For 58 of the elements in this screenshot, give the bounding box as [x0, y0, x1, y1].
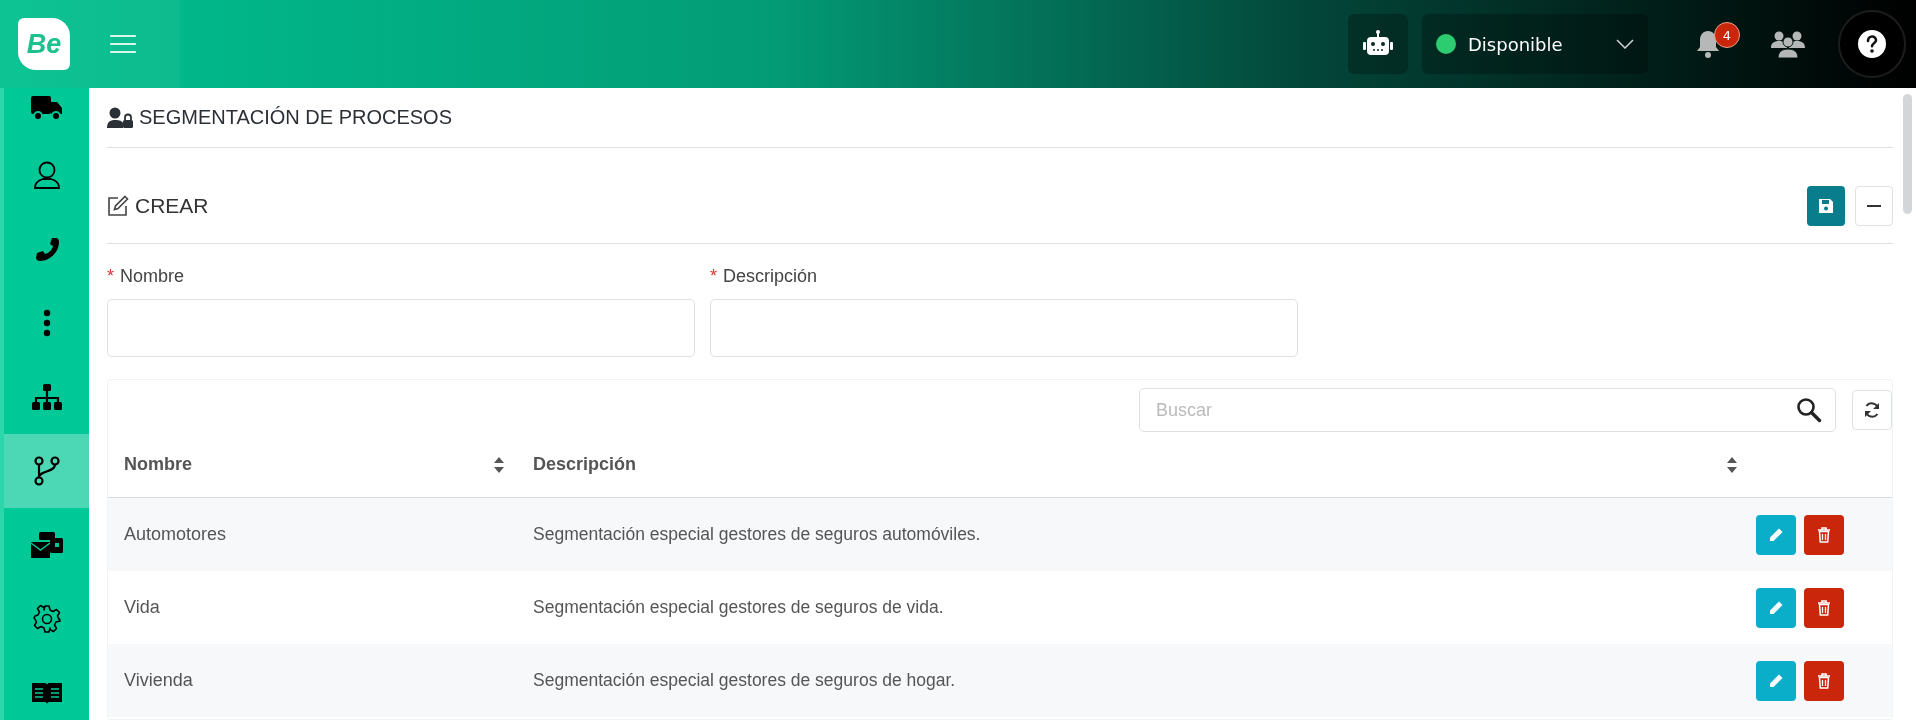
trash-icon — [1817, 672, 1831, 689]
save-icon — [1818, 197, 1834, 214]
bot-button[interactable] — [1348, 14, 1408, 74]
trash-icon — [1817, 599, 1831, 616]
edit-button[interactable] — [1756, 514, 1796, 555]
delete-button[interactable] — [1804, 587, 1844, 628]
user-lock-icon — [107, 106, 133, 129]
edit-icon — [107, 194, 129, 217]
mail-icon — [29, 531, 64, 559]
pencil-icon — [1768, 672, 1784, 689]
table-cell: Automotores — [124, 524, 227, 545]
table-cell: Segmentación especial gestores de seguros de hogar. — [533, 670, 956, 691]
pencil-icon — [1768, 526, 1784, 543]
pencil-icon — [1768, 599, 1784, 616]
branch-icon — [33, 456, 60, 486]
search-icon — [1796, 397, 1822, 423]
notifications-button[interactable]: 4 — [1668, 14, 1748, 74]
table-cell: Vida — [124, 597, 160, 618]
text-input[interactable] — [107, 299, 695, 357]
scrollbar-thumb[interactable] — [1903, 94, 1912, 214]
refresh-icon — [1863, 401, 1881, 419]
status-dropdown[interactable]: Disponible — [1422, 14, 1648, 74]
settings-icon — [31, 604, 62, 634]
trash-icon — [1817, 526, 1831, 543]
required-mark: * — [107, 266, 114, 287]
sort-icon[interactable] — [493, 455, 505, 474]
chevron-down-icon — [1616, 39, 1634, 49]
table-cell: Segmentación especial gestores de seguros automóviles. — [533, 524, 981, 545]
delete-button[interactable] — [1804, 660, 1844, 701]
book-icon — [30, 681, 63, 705]
page-title: SEGMENTACIÓN DE PROCESOS — [139, 106, 452, 129]
user-icon — [32, 160, 61, 190]
minus-icon — [1867, 204, 1881, 207]
hierarchy-icon — [30, 383, 63, 411]
edit-button[interactable] — [1756, 660, 1796, 701]
search-field[interactable]: Buscar — [1139, 388, 1836, 432]
help-icon — [1857, 29, 1887, 59]
section-title: CREAR — [135, 193, 209, 218]
edit-button[interactable] — [1756, 587, 1796, 628]
notification-count: 4 — [1714, 22, 1740, 48]
sort-icon[interactable] — [1726, 455, 1738, 474]
delete-button[interactable] — [1804, 514, 1844, 555]
save-button[interactable] — [1807, 185, 1845, 226]
table-cell: Segmentación especial gestores de seguros de vida. — [533, 597, 944, 618]
field-label: Descripción — [723, 266, 818, 287]
required-mark: * — [710, 266, 717, 287]
column-header[interactable]: Nombre — [124, 454, 192, 475]
table-cell: Vivienda — [124, 670, 193, 691]
bell-icon — [1694, 29, 1722, 59]
text-input[interactable] — [710, 299, 1298, 357]
refresh-button[interactable] — [1852, 390, 1892, 430]
column-header[interactable]: Descripción — [533, 454, 637, 475]
field-label: Nombre — [120, 266, 185, 287]
users-icon — [1770, 30, 1806, 58]
menu-icon — [110, 34, 136, 54]
sidebar-item[interactable] — [4, 434, 89, 508]
truck-icon — [29, 94, 64, 122]
more-icon — [42, 309, 51, 337]
